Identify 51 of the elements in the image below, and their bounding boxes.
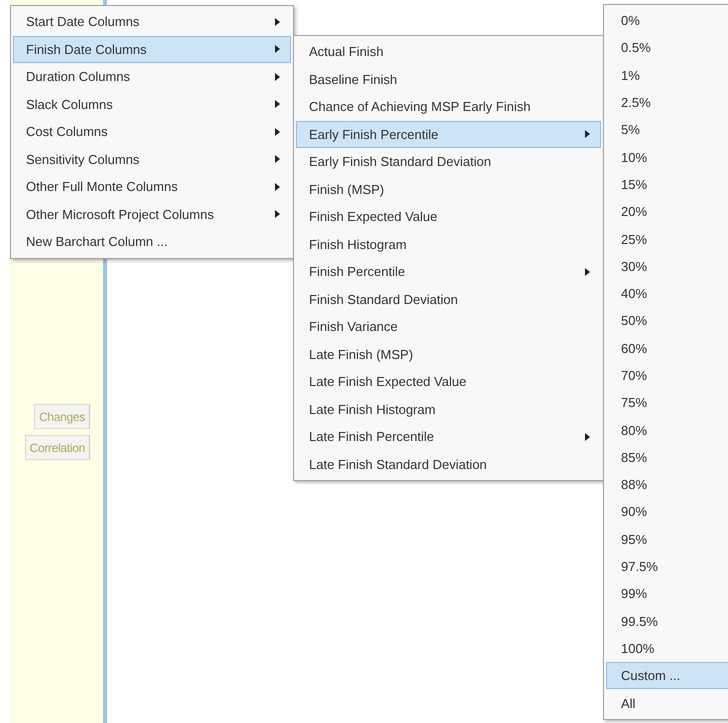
- menu-item[interactable]: Early Finish Percentile: [296, 120, 601, 148]
- menu-item[interactable]: 88%: [606, 471, 728, 498]
- menu-item[interactable]: 0%: [606, 7, 728, 34]
- menu-item[interactable]: Late Finish Expected Value: [296, 368, 601, 396]
- menu-item[interactable]: 99.5%: [606, 608, 728, 635]
- menu-item[interactable]: Finish Standard Deviation: [296, 286, 601, 313]
- menu-item[interactable]: Late Finish Standard Deviation: [296, 450, 601, 478]
- menu-item[interactable]: 85%: [606, 444, 728, 472]
- menu-item[interactable]: 5%: [606, 116, 728, 144]
- menu-item[interactable]: Cost Columns: [13, 118, 291, 146]
- menu-item[interactable]: Duration Columns: [13, 63, 291, 90]
- menu-item[interactable]: Late Finish Percentile: [296, 423, 601, 450]
- menu-item[interactable]: 70%: [606, 362, 728, 390]
- menu-item[interactable]: 80%: [606, 416, 728, 444]
- menu-item[interactable]: 40%: [606, 280, 728, 308]
- menu-item[interactable]: Finish Expected Value: [296, 203, 601, 230]
- menu-item[interactable]: 25%: [606, 225, 728, 253]
- menu-item[interactable]: Finish Percentile: [296, 258, 601, 286]
- menu-item[interactable]: 10%: [606, 143, 728, 171]
- menu-item[interactable]: Baseline Finish: [296, 66, 601, 93]
- menu-item[interactable]: 90%: [606, 498, 728, 526]
- menu-item[interactable]: 100%: [606, 634, 728, 662]
- menu-item[interactable]: 30%: [606, 252, 728, 280]
- menu-item[interactable]: Early Finish Standard Deviation: [296, 148, 601, 176]
- menu-item[interactable]: Sensitivity Columns: [13, 146, 291, 173]
- menu-item[interactable]: 20%: [606, 198, 728, 226]
- menu-item[interactable]: Finish Histogram: [296, 230, 601, 258]
- menu-item[interactable]: Late Finish (MSP): [296, 340, 601, 368]
- menu-item[interactable]: Actual Finish: [296, 38, 601, 66]
- menu-item[interactable]: 97.5%: [606, 552, 728, 580]
- menu-item[interactable]: 2.5%: [606, 88, 728, 116]
- menu-item[interactable]: Late Finish Histogram: [296, 396, 601, 423]
- menu-item[interactable]: Slack Columns: [13, 90, 291, 118]
- menu-item[interactable]: Finish (MSP): [296, 176, 601, 203]
- menu-item[interactable]: Finish Variance: [296, 313, 601, 340]
- menu-item[interactable]: 50%: [606, 307, 728, 335]
- menu-item[interactable]: 60%: [606, 334, 728, 362]
- menu-item[interactable]: 99%: [606, 580, 728, 608]
- menu-item[interactable]: Start Date Columns: [13, 8, 291, 36]
- menu-item[interactable]: Chance of Achieving MSP Early Finish: [296, 93, 601, 120]
- menu-item[interactable]: 15%: [606, 170, 728, 198]
- menu-item[interactable]: Other Microsoft Project Columns: [13, 200, 291, 228]
- menu-item[interactable]: 95%: [606, 526, 728, 553]
- menu-item[interactable]: Finish Date Columns: [13, 36, 291, 63]
- menu-item[interactable]: Other Full Monte Columns: [13, 173, 291, 200]
- menu-item[interactable]: 75%: [606, 389, 728, 416]
- menu-item[interactable]: 1%: [606, 62, 728, 89]
- menu-item[interactable]: 0.5%: [606, 34, 728, 62]
- menu-item[interactable]: Custom ...: [606, 662, 728, 690]
- menu-item[interactable]: New Barchart Column ...: [13, 228, 291, 256]
- menu-item[interactable]: All: [606, 689, 728, 717]
